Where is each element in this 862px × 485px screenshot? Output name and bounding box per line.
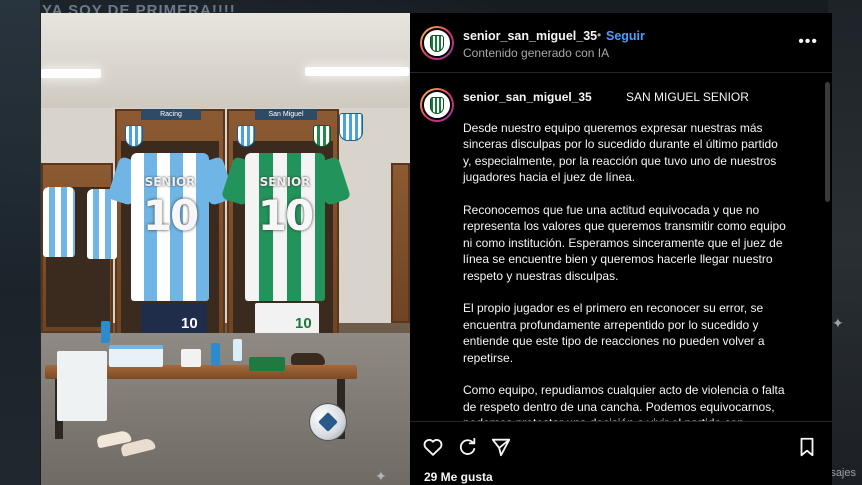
- jersey-san-miguel: SENIOR 10: [220, 153, 352, 303]
- share-button[interactable]: [490, 436, 512, 458]
- ai-generated-label: Contenido generado con IA: [463, 46, 610, 60]
- towel: [249, 357, 285, 371]
- save-button[interactable]: [796, 436, 818, 458]
- like-button[interactable]: [422, 436, 444, 458]
- header-username-link[interactable]: senior_san_miguel_35: [463, 29, 597, 43]
- jersey-name-text: SENIOR: [144, 175, 196, 189]
- header-separator: •: [597, 28, 602, 42]
- water-bottle: [233, 339, 242, 361]
- crest-icon: [339, 113, 363, 141]
- caption-paragraph: Como equipo, repudiamos cualquier acto d…: [463, 383, 785, 421]
- post-image[interactable]: Racing San Miguel SENIOR 10 10 SENIOR 10…: [41, 13, 410, 485]
- send-icon: [491, 438, 511, 457]
- ceiling: [41, 13, 410, 108]
- likes-count[interactable]: 29 Me gusta: [424, 470, 493, 484]
- club-crest-icon: [430, 34, 444, 52]
- shorts-number: 10: [295, 315, 312, 332]
- follow-button[interactable]: Seguir: [606, 29, 645, 43]
- sparkle-icon: ✦: [832, 315, 844, 331]
- caption-paragraph: Desde nuestro equipo queremos expresar n…: [463, 121, 778, 185]
- comment-button[interactable]: [456, 436, 478, 458]
- crest-icon: [313, 125, 331, 147]
- caption-paragraph: Reconocemos que fue una actitud equivoca…: [463, 203, 786, 283]
- towel: [181, 349, 201, 367]
- towel: [57, 351, 107, 421]
- jersey-number-text: 10: [257, 191, 314, 240]
- football-boot: [291, 353, 325, 365]
- ceiling-lamp: [41, 69, 101, 78]
- water-bottle: [211, 343, 220, 365]
- jersey-racing: SENIOR 10: [106, 153, 236, 303]
- ceiling-lamp: [305, 67, 409, 76]
- caption-area: senior_san_miguel_35 SAN MIGUEL SENIOR D…: [410, 74, 832, 421]
- water-bottle: [101, 321, 110, 343]
- profile-avatar[interactable]: [420, 26, 454, 60]
- caption-avatar[interactable]: [420, 88, 454, 122]
- post-modal: Racing San Miguel SENIOR 10 10 SENIOR 10…: [41, 13, 832, 485]
- more-options-icon[interactable]: •••: [798, 33, 818, 51]
- backdrop-left-strip: [0, 0, 40, 485]
- heart-icon: [423, 439, 443, 456]
- towel: [109, 345, 163, 367]
- jersey-name-text: SENIOR: [259, 175, 311, 189]
- repost-icon: [459, 437, 476, 455]
- club-crest-icon: [430, 96, 444, 114]
- caption-title: SAN MIGUEL SENIOR: [626, 90, 749, 104]
- caption-body: Desde nuestro equipo queremos expresar n…: [463, 120, 789, 421]
- locker-side-right: [391, 163, 410, 323]
- soccer-ball: [309, 403, 347, 441]
- backdrop-right-strip: [828, 0, 862, 485]
- caption-username-link[interactable]: senior_san_miguel_35: [463, 90, 592, 104]
- post-actions: 29 Me gusta: [410, 421, 832, 485]
- sparkle-icon: ✦: [375, 468, 387, 484]
- crest-icon: [125, 125, 143, 147]
- post-header: senior_san_miguel_35 • Seguir Contenido …: [410, 13, 832, 73]
- bookmark-icon: [800, 437, 814, 457]
- caption-scrollbar[interactable]: [825, 82, 830, 202]
- backdrop-corner-label: sajes: [830, 467, 856, 479]
- crest-icon: [237, 125, 255, 147]
- caption-paragraph: El propio jugador es el primero en recon…: [463, 301, 765, 365]
- nameplate-racing: Racing: [141, 110, 201, 120]
- shorts-number: 10: [181, 315, 198, 332]
- jersey-number-text: 10: [142, 191, 199, 240]
- nameplate-san-miguel: San Miguel: [255, 110, 317, 120]
- post-details-panel: senior_san_miguel_35 • Seguir Contenido …: [410, 13, 832, 485]
